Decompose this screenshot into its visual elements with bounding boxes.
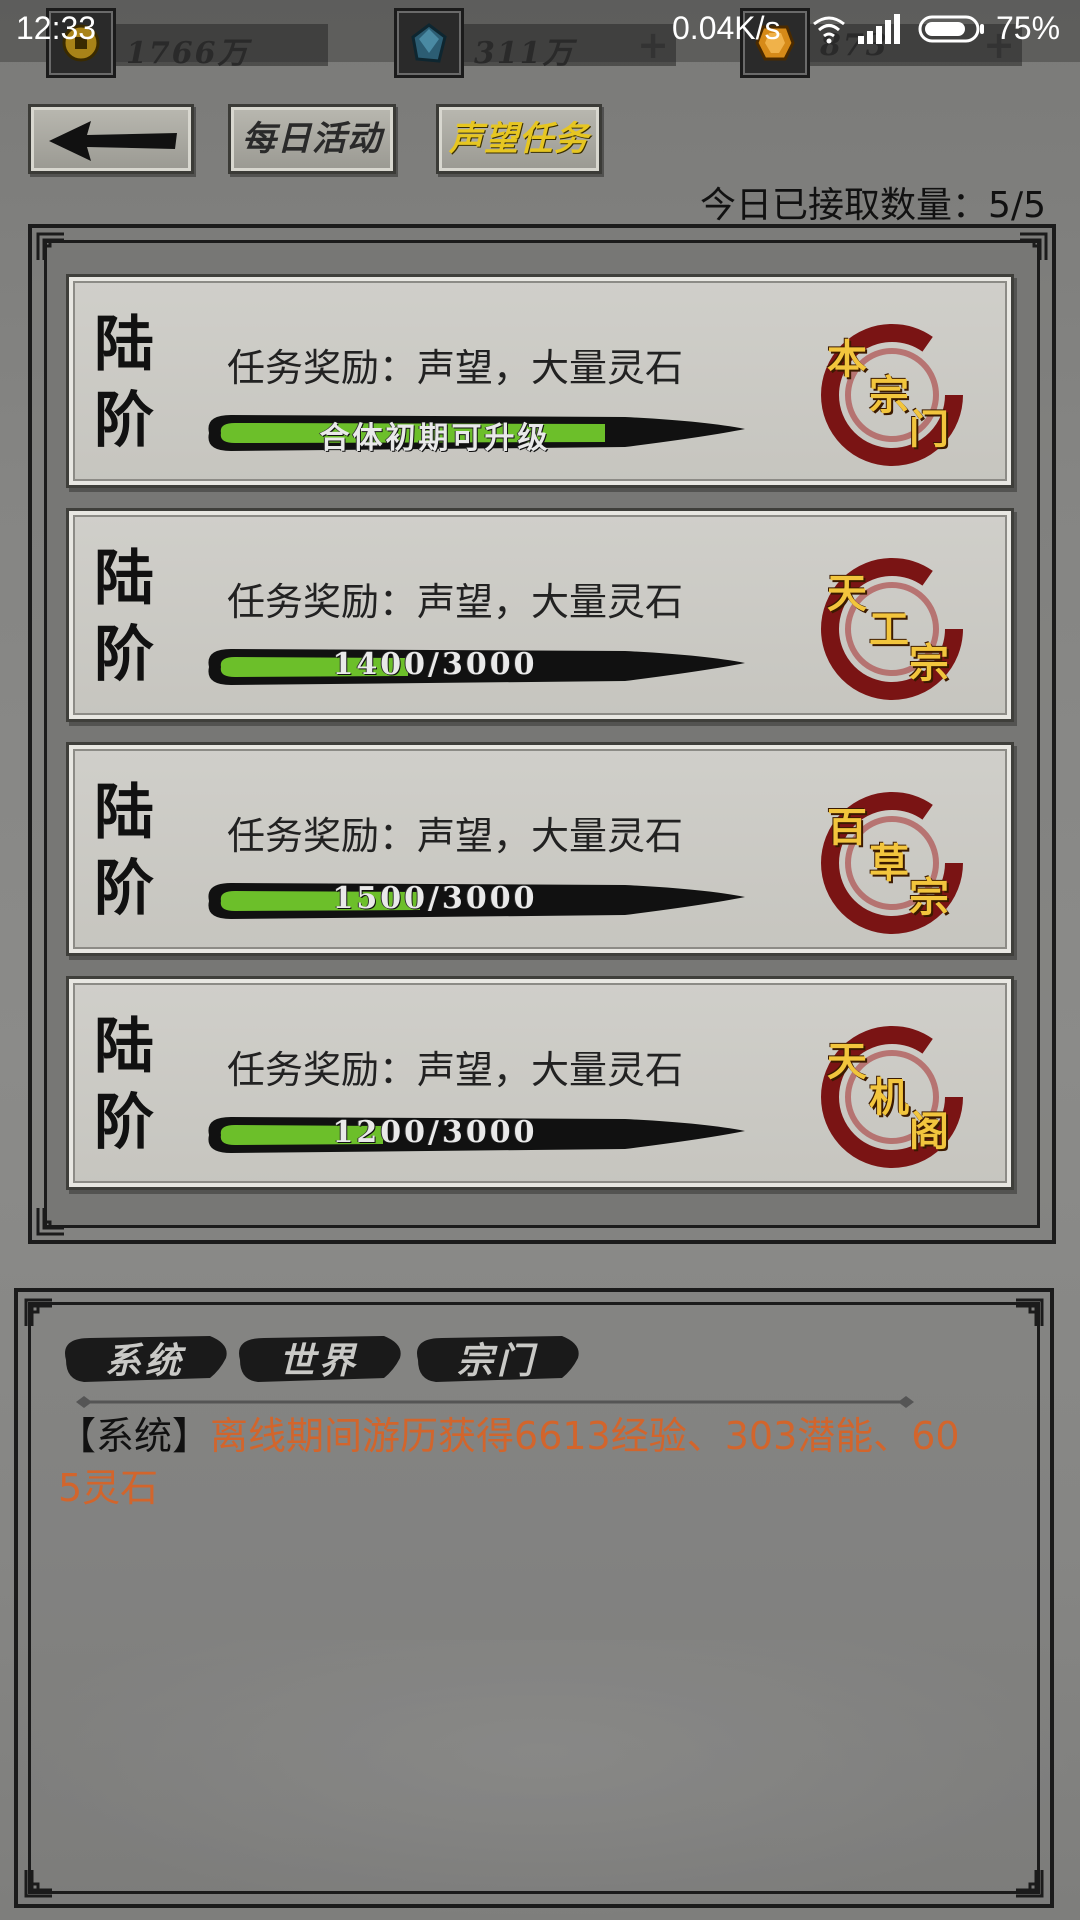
battery-icon <box>918 15 984 43</box>
task-progress-bar: 合体初期可升级 <box>205 407 745 459</box>
task-card[interactable]: 陆 阶 任务奖励：声望，大量灵石 1400/3000 天 工 宗 <box>66 508 1014 722</box>
sect-char: 宗 <box>909 874 949 921</box>
chat-tab-sect[interactable]: 宗门 <box>412 1330 582 1388</box>
status-battery: 75% <box>996 10 1061 46</box>
sect-seal-icon: 百 草 宗 <box>817 785 967 935</box>
task-card[interactable]: 陆 阶 任务奖励：声望，大量灵石 合体初期可升级 本 宗 门 <box>66 274 1014 488</box>
task-tier-char: 阶 <box>94 854 154 924</box>
task-progress-text: 1200/3000 <box>332 1115 538 1150</box>
frame-corner-ornament <box>1016 1298 1044 1326</box>
sect-char: 工 <box>869 606 909 653</box>
task-reward: 任务奖励：声望，大量灵石 <box>227 1048 684 1092</box>
task-progress-text: 合体初期可升级 <box>319 421 551 456</box>
back-button[interactable] <box>28 104 194 174</box>
task-tier-char: 陆 <box>94 310 154 380</box>
sect-char: 百 <box>827 804 867 851</box>
task-progress-bar: 1500/3000 <box>205 875 745 927</box>
task-tier: 陆 阶 <box>89 541 159 693</box>
prestige-task-button[interactable]: 声望任务 <box>436 104 602 174</box>
chat-divider <box>76 1396 914 1408</box>
sect-seal-icon: 天 工 宗 <box>817 551 967 701</box>
chat-tab-label: 宗门 <box>456 1340 537 1382</box>
task-tier-char: 陆 <box>94 544 154 614</box>
sect-seal-icon: 本 宗 门 <box>817 317 967 467</box>
sect-char: 宗 <box>869 372 909 419</box>
chat-tab-label: 系统 <box>104 1340 185 1382</box>
task-tier-char: 阶 <box>94 1088 154 1158</box>
chat-message: 【系统】离线期间游历获得6613经验、303潜能、605灵石 <box>58 1410 968 1514</box>
sect-char: 草 <box>869 840 909 887</box>
status-time: 12:33 <box>16 10 97 46</box>
frame-corner-ornament <box>36 232 64 260</box>
task-card[interactable]: 陆 阶 任务奖励：声望，大量灵石 1500/3000 百 草 宗 <box>66 742 1014 956</box>
frame-corner-ornament <box>36 1208 64 1236</box>
task-tier: 陆 阶 <box>89 775 159 927</box>
frame-corner-ornament <box>24 1298 52 1326</box>
sect-char: 宗 <box>909 640 949 687</box>
back-arrow-icon <box>49 121 177 161</box>
chat-message-tag: 【系统】 <box>58 1414 211 1458</box>
frame-corner-ornament <box>1016 1870 1044 1898</box>
task-reward: 任务奖励：声望，大量灵石 <box>227 346 684 390</box>
daily-activity-button[interactable]: 每日活动 <box>228 104 396 174</box>
task-tier-char: 陆 <box>94 1012 154 1082</box>
accepted-count: 今日已接取数量：5/5 <box>700 185 1046 226</box>
task-progress-text: 1500/3000 <box>332 881 538 916</box>
sect-char: 本 <box>827 336 867 383</box>
task-tier-char: 陆 <box>94 778 154 848</box>
task-tier: 陆 阶 <box>89 307 159 459</box>
task-tier-char: 阶 <box>94 620 154 690</box>
status-net-speed: 0.04K/s <box>672 10 781 46</box>
task-progress-bar: 1400/3000 <box>205 641 745 693</box>
task-tier-char: 阶 <box>94 386 154 456</box>
frame-corner-ornament <box>1020 232 1048 260</box>
sect-char: 阁 <box>909 1108 949 1155</box>
sect-char: 门 <box>909 406 949 453</box>
task-reward: 任务奖励：声望，大量灵石 <box>227 580 684 624</box>
task-progress-bar: 1200/3000 <box>205 1109 745 1161</box>
signal-icon <box>858 14 900 44</box>
prestige-task-label: 声望任务 <box>449 119 589 159</box>
chat-tab-world[interactable]: 世界 <box>234 1330 404 1388</box>
chat-tab-label: 世界 <box>278 1340 359 1382</box>
daily-activity-label: 每日活动 <box>242 119 382 159</box>
task-reward: 任务奖励：声望，大量灵石 <box>227 814 684 858</box>
sect-seal-icon: 天 机 阁 <box>817 1019 967 1169</box>
sect-char: 天 <box>827 570 867 617</box>
task-tier: 陆 阶 <box>89 1009 159 1161</box>
sect-char: 天 <box>827 1038 867 1085</box>
task-card[interactable]: 陆 阶 任务奖励：声望，大量灵石 1200/3000 天 机 阁 <box>66 976 1014 1190</box>
chat-tab-system[interactable]: 系统 <box>60 1330 230 1388</box>
task-progress-text: 1400/3000 <box>332 647 538 682</box>
status-bar: 12:33 0.04K/s 75% <box>0 0 1080 62</box>
sect-char: 机 <box>869 1074 909 1121</box>
wifi-icon <box>813 16 845 44</box>
chat-panel-inner <box>28 1302 1040 1894</box>
frame-corner-ornament <box>24 1870 52 1898</box>
